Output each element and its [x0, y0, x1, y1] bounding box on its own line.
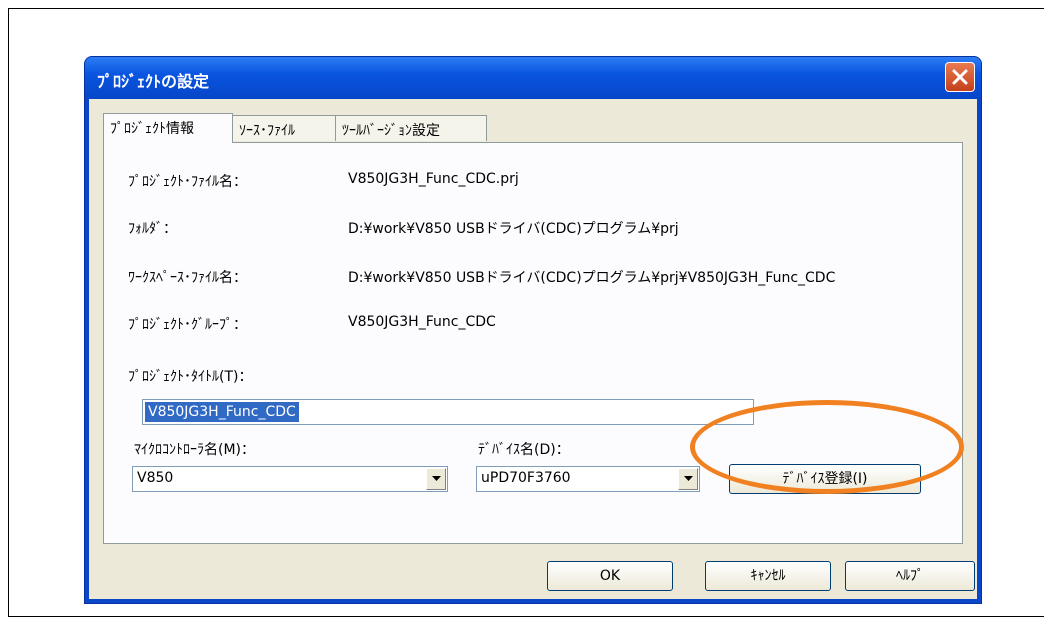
folder-value: D:¥work¥V850 USBドライバ(CDC)プログラム¥prj: [348, 221, 679, 237]
project-file-value: V850JG3H_Func_CDC.prj: [348, 171, 519, 187]
project-file-label: ﾌﾟﾛｼﾞｪｸﾄ･ﾌｧｲﾙ名：: [128, 174, 247, 190]
help-label: ﾍﾙﾌﾟ: [896, 568, 924, 584]
tab-label: ﾂｰﾙﾊﾞｰｼﾞｮﾝ設定: [342, 123, 440, 139]
cancel-button[interactable]: ｷｬﾝｾﾙ: [705, 561, 831, 591]
device-select[interactable]: uPD70F3760: [476, 466, 700, 492]
dialog-client: ﾌﾟﾛｼﾞｪｸﾄ情報 ｿｰｽ･ﾌｧｲﾙ ﾂｰﾙﾊﾞｰｼﾞｮﾝ設定 ﾌﾟﾛｼﾞｪｸ…: [89, 99, 977, 599]
close-button[interactable]: [945, 62, 975, 92]
tab-label: ｿｰｽ･ﾌｧｲﾙ: [239, 123, 295, 139]
device-value: uPD70F3760: [481, 470, 571, 486]
chevron-down-icon: [432, 476, 441, 481]
device-label: ﾃﾞﾊﾞｲｽ名(D)：: [478, 442, 570, 458]
folder-label: ﾌｫﾙﾀﾞ：: [128, 221, 177, 237]
tab-label: ﾌﾟﾛｼﾞｪｸﾄ情報: [110, 121, 194, 137]
title-bar[interactable]: ﾌﾟﾛｼﾞｪｸﾄの設定: [85, 57, 981, 99]
tab-project-info[interactable]: ﾌﾟﾛｼﾞｪｸﾄ情報: [103, 113, 233, 143]
device-register-button[interactable]: ﾃﾞﾊﾞｲｽ登録(I): [729, 464, 921, 494]
project-settings-dialog: ﾌﾟﾛｼﾞｪｸﾄの設定 ﾌﾟﾛｼﾞｪｸﾄ情報 ｿｰｽ･ﾌｧｲﾙ ﾂｰﾙﾊﾞｰｼﾞ…: [84, 56, 982, 604]
help-button[interactable]: ﾍﾙﾌﾟ: [845, 561, 975, 591]
ok-label: OK: [599, 568, 621, 584]
chevron-down-icon: [684, 476, 693, 481]
project-title-label: ﾌﾟﾛｼﾞｪｸﾄ･ﾀｲﾄﾙ(T)：: [128, 369, 253, 385]
project-group-value: V850JG3H_Func_CDC: [348, 314, 496, 330]
microcontroller-value: V850: [137, 470, 174, 486]
microcontroller-label: ﾏｲｸﾛｺﾝﾄﾛｰﾗ名(M)：: [134, 442, 256, 458]
tab-source-files[interactable]: ｿｰｽ･ﾌｧｲﾙ: [232, 115, 336, 141]
project-info-panel: ﾌﾟﾛｼﾞｪｸﾄ･ﾌｧｲﾙ名： V850JG3H_Func_CDC.prj ﾌｫ…: [103, 142, 963, 544]
workspace-file-value: D:¥work¥V850 USBドライバ(CDC)プログラム¥prj¥V850J…: [348, 270, 836, 286]
project-title-input[interactable]: V850JG3H_Func_CDC: [142, 399, 754, 425]
project-title-selected-text: V850JG3H_Func_CDC: [145, 402, 299, 422]
dialog-title: ﾌﾟﾛｼﾞｪｸﾄの設定: [97, 72, 210, 91]
workspace-file-label: ﾜｰｸｽﾍﾟｰｽ･ﾌｧｲﾙ名：: [128, 270, 247, 286]
microcontroller-select[interactable]: V850: [132, 466, 448, 492]
cancel-label: ｷｬﾝｾﾙ: [750, 568, 786, 584]
ok-button[interactable]: OK: [547, 561, 673, 591]
device-dropdown-button[interactable]: [678, 468, 698, 490]
project-group-label: ﾌﾟﾛｼﾞｪｸﾄ･ｸﾞﾙｰﾌﾟ：: [128, 317, 247, 333]
device-register-label: ﾃﾞﾊﾞｲｽ登録(I): [782, 471, 868, 487]
tab-tool-version[interactable]: ﾂｰﾙﾊﾞｰｼﾞｮﾝ設定: [335, 115, 487, 141]
microcontroller-dropdown-button[interactable]: [426, 468, 446, 490]
close-icon: [952, 69, 968, 85]
